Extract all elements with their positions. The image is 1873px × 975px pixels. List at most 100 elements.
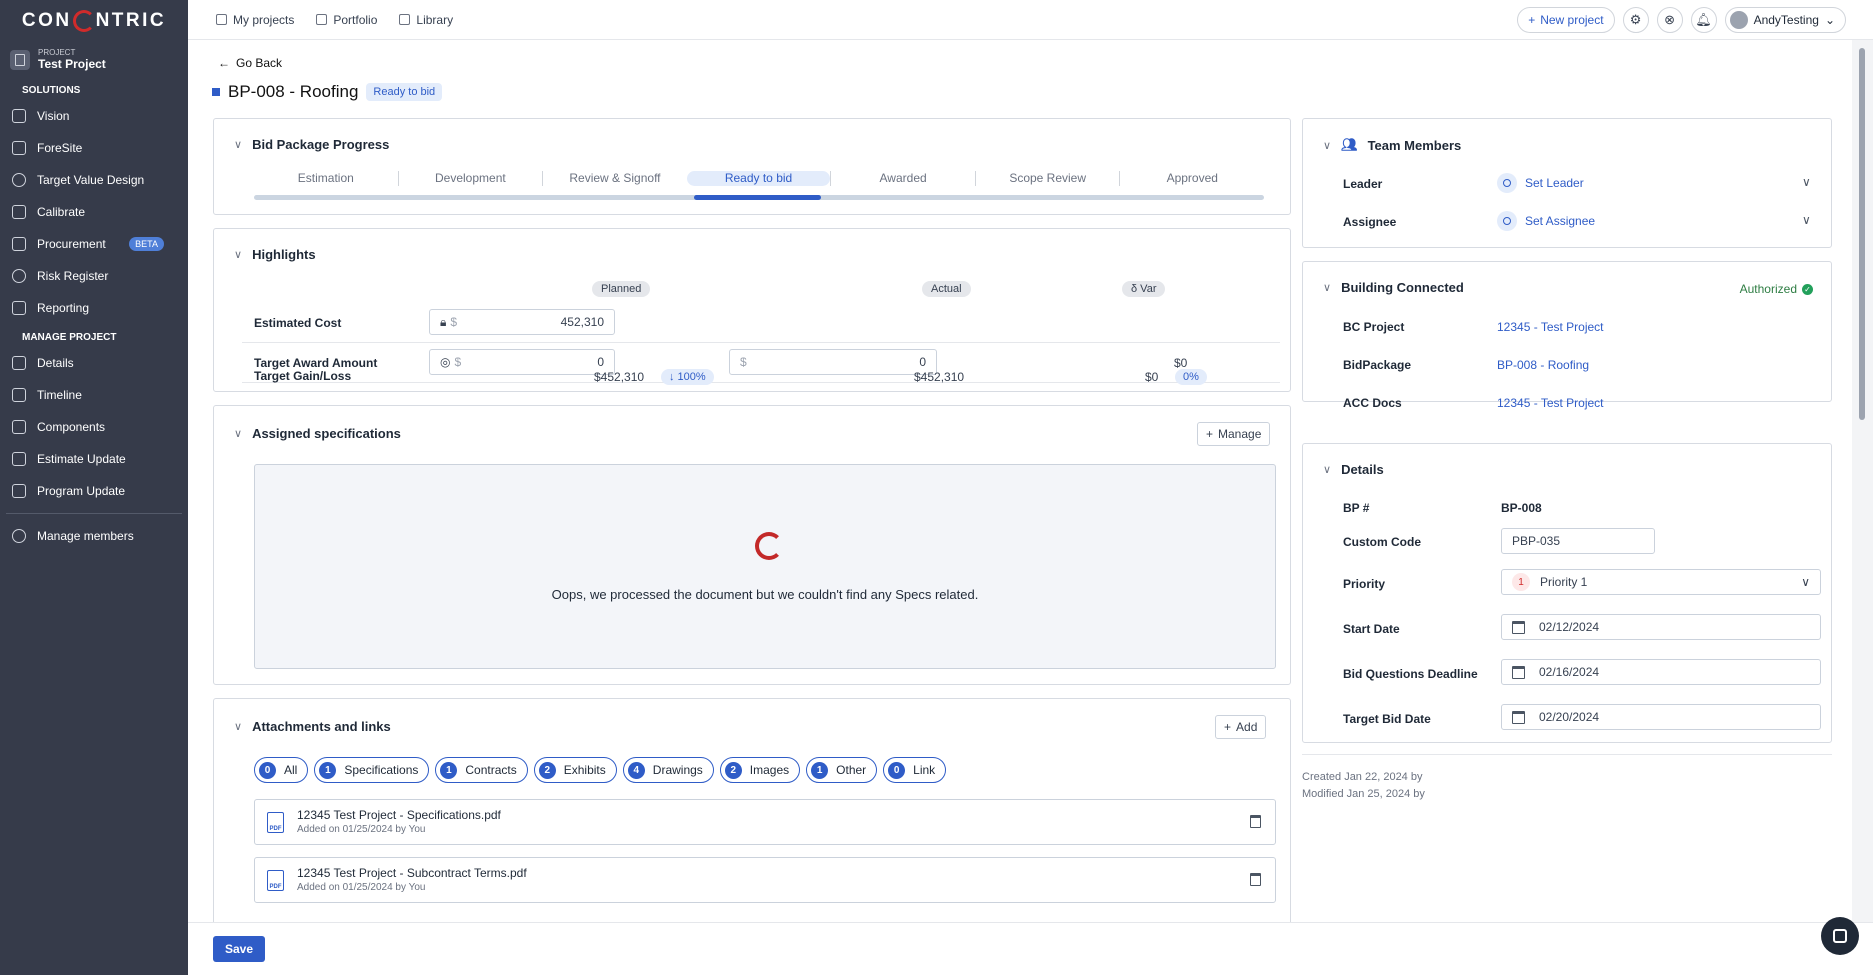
building-icon — [10, 49, 30, 70]
sidebar-item-vision[interactable]: Vision — [0, 100, 188, 132]
bid-questions-deadline-input[interactable]: 02/16/2024 — [1501, 659, 1821, 685]
new-project-button[interactable]: + New project — [1517, 6, 1615, 33]
target-award-actual-input[interactable]: $0 — [729, 349, 937, 375]
plus-icon: + — [1206, 427, 1214, 441]
bc-header[interactable]: ∨ Building Connected — [1323, 280, 1464, 295]
target-icon: ◎ — [440, 355, 451, 369]
nav-library[interactable]: Library — [399, 13, 453, 27]
estimated-cost-planned-input[interactable]: 🔒︎ $452,310 — [429, 309, 615, 335]
plus-icon: + — [1528, 12, 1536, 27]
step-review-signoff[interactable]: Review & Signoff — [542, 171, 687, 186]
scrollbar-thumb[interactable] — [1859, 48, 1865, 420]
specs-header[interactable]: ∨ Assigned specifications — [234, 426, 401, 441]
set-leader-select[interactable]: Set Leader — [1497, 173, 1584, 193]
chevron-down-icon[interactable]: ∨ — [1802, 213, 1811, 227]
target-bid-date-input[interactable]: 02/20/2024 — [1501, 704, 1821, 730]
team-header[interactable]: ∨ 👥︎ Team Members — [1323, 137, 1461, 153]
filter-images[interactable]: 2 Images — [719, 757, 801, 783]
help-button[interactable]: ⊗ — [1656, 6, 1683, 33]
project-selector[interactable]: PROJECT Test Project — [10, 48, 178, 79]
attachment-file[interactable]: PDF 12345 Test Project - Specifications.… — [254, 799, 1276, 845]
lifebuoy-icon: ⊗ — [1664, 11, 1676, 27]
chevron-down-icon: ∨ — [1323, 464, 1332, 476]
sidebar-item-risk-register[interactable]: Risk Register — [0, 260, 188, 292]
sidebar-item-estimate-update[interactable]: Estimate Update — [0, 443, 188, 475]
go-back-link[interactable]: ← Go Back — [218, 56, 282, 70]
chat-button[interactable] — [1821, 917, 1859, 955]
priority-label: Priority — [1343, 577, 1386, 591]
filter-all[interactable]: 0 All — [254, 757, 309, 783]
briefcase-icon — [316, 14, 328, 25]
target-award-planned-input[interactable]: ◎ $0 — [429, 349, 615, 375]
sidebar-item-details[interactable]: Details — [0, 347, 188, 379]
highlights-card: ∨ Highlights Planned Actual δ Var Estimat… — [213, 228, 1291, 392]
gain-loss-var-pct: 0% — [1175, 369, 1207, 385]
start-date-label: Start Date — [1343, 622, 1400, 636]
calibrate-icon — [12, 205, 26, 219]
gain-loss-planned: $452,310 — [594, 370, 645, 384]
sidebar-item-timeline[interactable]: Timeline — [0, 379, 188, 411]
progress-steps: Estimation Development Review & Signoff … — [254, 171, 1264, 186]
step-approved[interactable]: Approved — [1119, 171, 1264, 186]
notifications-button[interactable]: 🔔︎ — [1690, 6, 1717, 33]
filter-contracts[interactable]: 1 Contracts — [435, 757, 528, 783]
acc-docs-link[interactable]: 12345 - Test Project — [1497, 396, 1604, 410]
filter-exhibits[interactable]: 2 Exhibits — [533, 757, 617, 783]
modified-info: Modified Jan 25, 2024 by — [1302, 788, 1425, 800]
empty-message: Oops, we processed the document but we c… — [551, 587, 979, 602]
chat-icon — [1833, 929, 1847, 943]
team-icon: 👥︎ — [1341, 137, 1358, 152]
attachments-header[interactable]: ∨ Attachments and links — [234, 719, 391, 734]
filter-drawings[interactable]: 4 Drawings — [622, 757, 714, 783]
sidebar-item-foresite[interactable]: ForeSite — [0, 132, 188, 164]
step-development[interactable]: Development — [397, 171, 543, 186]
sidebar-item-target-value-design[interactable]: Target Value Design — [0, 164, 188, 196]
chevron-down-icon[interactable]: ∨ — [1802, 175, 1811, 189]
sidebar-item-components[interactable]: Components — [0, 411, 188, 443]
filter-link[interactable]: 0 Link — [883, 757, 947, 783]
step-ready-to-bid[interactable]: Ready to bid — [686, 171, 831, 186]
bc-project-link[interactable]: 12345 - Test Project — [1497, 320, 1604, 334]
planned-header: Planned — [592, 281, 651, 297]
custom-code-input[interactable]: PBP-035 — [1501, 528, 1655, 554]
authorized-status: Authorized ✓ — [1740, 282, 1813, 296]
filter-specifications[interactable]: 1 Specifications — [314, 757, 430, 783]
settings-button[interactable]: ⚙ — [1622, 6, 1649, 33]
chevron-down-icon: ∨ — [234, 249, 243, 261]
save-button[interactable]: Save — [213, 936, 265, 962]
details-header[interactable]: ∨ Details — [1323, 462, 1384, 477]
target-award-var: $0 — [1174, 356, 1188, 370]
priority-select[interactable]: 1 Priority 1 ∨ — [1501, 569, 1821, 595]
bidpackage-link[interactable]: BP-008 - Roofing — [1497, 358, 1589, 372]
step-awarded[interactable]: Awarded — [830, 171, 975, 186]
sidebar-item-reporting[interactable]: Reporting — [0, 292, 188, 324]
user-menu[interactable]: AndyTesting ⌄ — [1724, 6, 1846, 33]
scrollbar[interactable] — [1852, 40, 1873, 922]
step-scope-review[interactable]: Scope Review — [974, 171, 1120, 186]
sidebar-item-procurement[interactable]: Procurement BETA — [0, 228, 188, 260]
add-attachment-button[interactable]: + Add — [1215, 715, 1267, 739]
highlights-header[interactable]: ∨ Highlights — [234, 247, 316, 262]
manage-specs-button[interactable]: + Manage — [1197, 422, 1271, 446]
components-icon — [12, 420, 26, 434]
attachment-file[interactable]: PDF 12345 Test Project - Subcontract Ter… — [254, 857, 1276, 903]
program-icon — [12, 484, 26, 498]
trash-icon[interactable] — [1250, 873, 1261, 886]
concentric-logo[interactable]: CON NTRIC — [0, 0, 188, 42]
nav-portfolio[interactable]: Portfolio — [316, 13, 377, 27]
audit-info: Created Jan 22, 2024 by Modified Jan 25,… — [1302, 769, 1425, 803]
filter-other[interactable]: 1 Other — [806, 757, 878, 783]
sidebar-item-manage-members[interactable]: Manage members — [0, 520, 188, 552]
set-assignee-select[interactable]: Set Assignee — [1497, 211, 1595, 231]
sidebar-item-program-update[interactable]: Program Update — [0, 475, 188, 507]
progress-header[interactable]: ∨ Bid Package Progress — [234, 137, 389, 152]
start-date-input[interactable]: 02/12/2024 — [1501, 614, 1821, 640]
sidebar-item-calibrate[interactable]: Calibrate — [0, 196, 188, 228]
sidebar-divider — [6, 513, 182, 514]
details-card: ∨ Details BP # BP-008 Custom Code PBP-035… — [1302, 443, 1832, 743]
nav-my-projects[interactable]: My projects — [216, 13, 294, 27]
step-estimation[interactable]: Estimation — [254, 171, 398, 186]
chevron-down-icon: ∨ — [234, 428, 243, 440]
section-manage-project: MANAGE PROJECT — [22, 332, 117, 343]
trash-icon[interactable] — [1250, 815, 1261, 828]
